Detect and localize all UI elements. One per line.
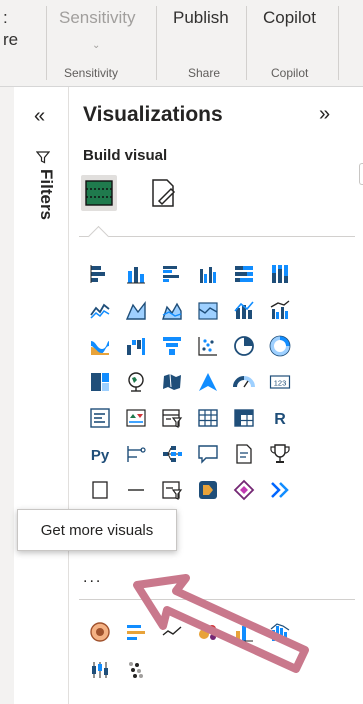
table-icon[interactable] xyxy=(191,401,225,435)
treemap-icon[interactable] xyxy=(83,365,117,399)
power-apps-diamond-icon[interactable] xyxy=(227,473,261,507)
custom-gauge-visual-icon[interactable] xyxy=(83,615,117,649)
ribbon-separator xyxy=(338,6,339,80)
slicer-icon[interactable] xyxy=(155,401,189,435)
power-automate-flow-icon[interactable] xyxy=(263,473,297,507)
100-stacked-bar-icon[interactable] xyxy=(227,257,261,291)
custom-boxplot-visual-icon[interactable] xyxy=(83,653,117,687)
ribbon-partial-bottom: re xyxy=(3,30,19,49)
sensitivity-top-label: Sensitivity xyxy=(59,8,136,27)
pie-chart-icon[interactable] xyxy=(227,329,261,363)
custom-dot-plot-visual-icon[interactable] xyxy=(119,653,153,687)
build-visual-tab[interactable] xyxy=(81,175,117,211)
build-visual-icon xyxy=(85,180,113,206)
expand-pane-icon[interactable]: » xyxy=(319,103,330,126)
clustered-column-chart-icon[interactable] xyxy=(191,257,225,291)
chevron-down-icon: ⌄ xyxy=(92,40,101,51)
key-influencers-icon[interactable] xyxy=(119,437,153,471)
stacked-column-chart-icon[interactable] xyxy=(119,257,153,291)
filters-pane: « Filters xyxy=(14,87,69,704)
filled-map-icon[interactable] xyxy=(155,365,189,399)
tooltip-text: Get more visuals xyxy=(40,521,154,539)
donut-chart-icon[interactable] xyxy=(263,329,297,363)
filter-icon xyxy=(36,151,50,164)
qna-icon[interactable] xyxy=(191,437,225,471)
decomposition-tree-icon[interactable] xyxy=(155,437,189,471)
filters-label[interactable]: Filters xyxy=(36,169,56,220)
100-stacked-column-icon[interactable] xyxy=(263,257,297,291)
collapse-filters-icon[interactable]: « xyxy=(34,105,45,128)
map-icon[interactable] xyxy=(119,365,153,399)
sensitivity-button[interactable]: Sensitivity ⌄ Sensitivity xyxy=(47,0,155,86)
smart-narrative-icon[interactable] xyxy=(227,437,261,471)
build-visual-label: Build visual xyxy=(83,147,168,164)
power-apps-icon[interactable] xyxy=(119,473,153,507)
clustered-bar-chart-icon[interactable] xyxy=(155,257,189,291)
card-icon[interactable]: 123 xyxy=(263,365,297,399)
custom-bullet-visual-icon[interactable] xyxy=(119,615,153,649)
active-tab-caret xyxy=(87,225,110,248)
line-and-clustered-column-icon[interactable] xyxy=(263,293,297,327)
azure-map-icon[interactable] xyxy=(191,365,225,399)
card-icon-label: 123 xyxy=(274,379,287,388)
waterfall-chart-icon[interactable] xyxy=(119,329,153,363)
ribbon-partial-top: : xyxy=(3,8,8,27)
100-stacked-area-icon[interactable] xyxy=(191,293,225,327)
custom-line-visual-icon[interactable] xyxy=(155,615,189,649)
publish-button[interactable]: Publish Share xyxy=(157,0,245,86)
ribbon: : re Sensitivity ⌄ Sensitivity Publish S… xyxy=(0,0,363,87)
copilot-group-label: Copilot xyxy=(271,66,309,80)
tab-divider xyxy=(79,236,355,237)
tooltip: Get more visuals xyxy=(17,509,177,551)
goals-trophy-icon[interactable] xyxy=(263,437,297,471)
custom-bubble-visual-icon[interactable] xyxy=(191,615,225,649)
custom-visuals-divider xyxy=(79,599,355,600)
python-label: Py xyxy=(91,447,110,464)
kpi-icon[interactable] xyxy=(119,401,153,435)
funnel-chart-icon[interactable] xyxy=(155,329,189,363)
area-chart-icon[interactable] xyxy=(119,293,153,327)
visualizations-pane: Visualizations » Build visual 123 R Py .… xyxy=(69,87,363,704)
publish-label: Publish xyxy=(173,8,229,27)
left-gutter xyxy=(0,87,14,704)
stacked-area-chart-icon[interactable] xyxy=(155,293,189,327)
copilot-label: Copilot xyxy=(263,8,316,27)
python-visual-icon[interactable]: Py xyxy=(83,437,117,471)
paginated-report-icon[interactable] xyxy=(83,473,117,507)
custom-histogram-visual-icon[interactable] xyxy=(263,615,297,649)
gauge-icon[interactable] xyxy=(227,365,261,399)
line-chart-icon[interactable] xyxy=(83,293,117,327)
ribbon-chart-icon[interactable] xyxy=(83,329,117,363)
scatter-chart-icon[interactable] xyxy=(191,329,225,363)
custom-column-visual-icon[interactable] xyxy=(227,615,261,649)
stacked-bar-chart-icon[interactable] xyxy=(83,257,117,291)
power-automate-icon[interactable] xyxy=(191,473,225,507)
matrix-icon[interactable] xyxy=(227,401,261,435)
button-slicer-icon[interactable] xyxy=(155,473,189,507)
copilot-button[interactable]: Copilot Copilot xyxy=(247,0,337,86)
r-script-label: R xyxy=(274,411,286,428)
sensitivity-group-label: Sensitivity xyxy=(64,66,119,80)
visualizations-title: Visualizations xyxy=(83,103,223,126)
format-visual-tab[interactable] xyxy=(145,175,181,211)
side-tab-handle[interactable] xyxy=(359,163,363,185)
more-visuals-ellipsis[interactable]: ... xyxy=(83,569,102,587)
line-and-stacked-column-icon[interactable] xyxy=(227,293,261,327)
multi-row-card-icon[interactable] xyxy=(83,401,117,435)
r-script-visual-icon[interactable]: R xyxy=(263,401,297,435)
format-paintbrush-icon xyxy=(152,179,176,207)
share-group-label: Share xyxy=(188,66,221,80)
